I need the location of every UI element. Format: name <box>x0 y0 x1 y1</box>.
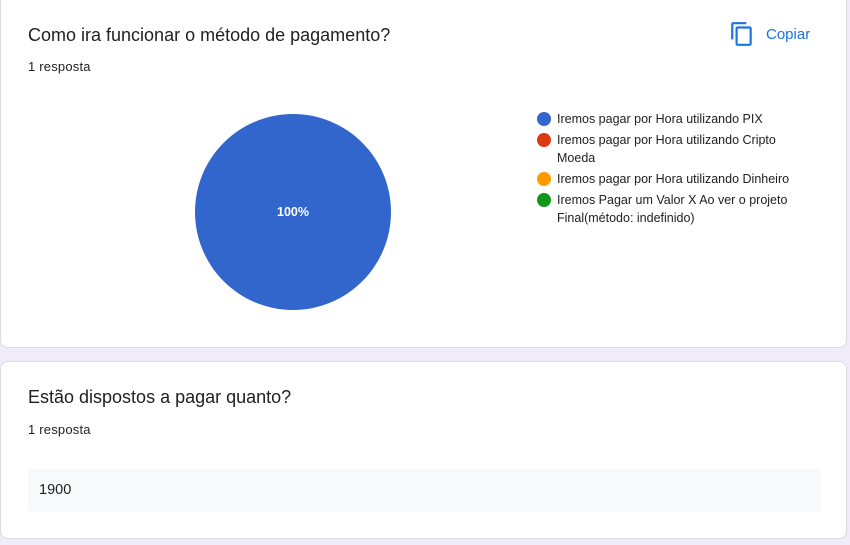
legend-item: Iremos pagar por Hora utilizando PIX <box>537 110 817 128</box>
response-count: 1 resposta <box>28 59 91 74</box>
legend-label: Iremos pagar por Hora utilizando Dinheir… <box>557 172 790 186</box>
response-count: 1 resposta <box>28 422 91 437</box>
legend-label: Iremos Pagar um Valor X Ao ver o projeto… <box>557 193 788 225</box>
copy-label: Copiar <box>766 25 811 43</box>
chart-legend: Iremos pagar por Hora utilizando PIX Irem… <box>537 110 817 230</box>
question-title: Estão dispostos a pagar quanto? <box>28 387 292 407</box>
response-answer: 1900 <box>28 469 821 512</box>
copy-chart-button[interactable]: Copiar <box>729 18 810 50</box>
question-card-payment-method: Como ira funcionar o método de pagamento… <box>0 0 847 348</box>
question-card-amount: Estão dispostos a pagar quanto? 1 respos… <box>0 361 847 539</box>
legend-swatch <box>537 193 551 207</box>
legend-swatch <box>537 133 551 147</box>
legend-item: Iremos Pagar um Valor X Ao ver o projeto… <box>537 191 817 227</box>
legend-label: Iremos pagar por Hora utilizando PIX <box>557 112 763 126</box>
legend-item: Iremos pagar por Hora utilizando Cripto … <box>537 131 817 167</box>
legend-item: Iremos pagar por Hora utilizando Dinheir… <box>537 170 817 188</box>
legend-swatch <box>537 112 551 126</box>
pie-data-label: 100% <box>277 205 309 219</box>
legend-swatch <box>537 172 551 186</box>
copy-icon <box>731 22 752 46</box>
pie-chart: 100% <box>195 114 391 310</box>
question-title: Como ira funcionar o método de pagamento… <box>28 25 391 45</box>
legend-label: Iremos pagar por Hora utilizando Cripto … <box>557 133 776 165</box>
